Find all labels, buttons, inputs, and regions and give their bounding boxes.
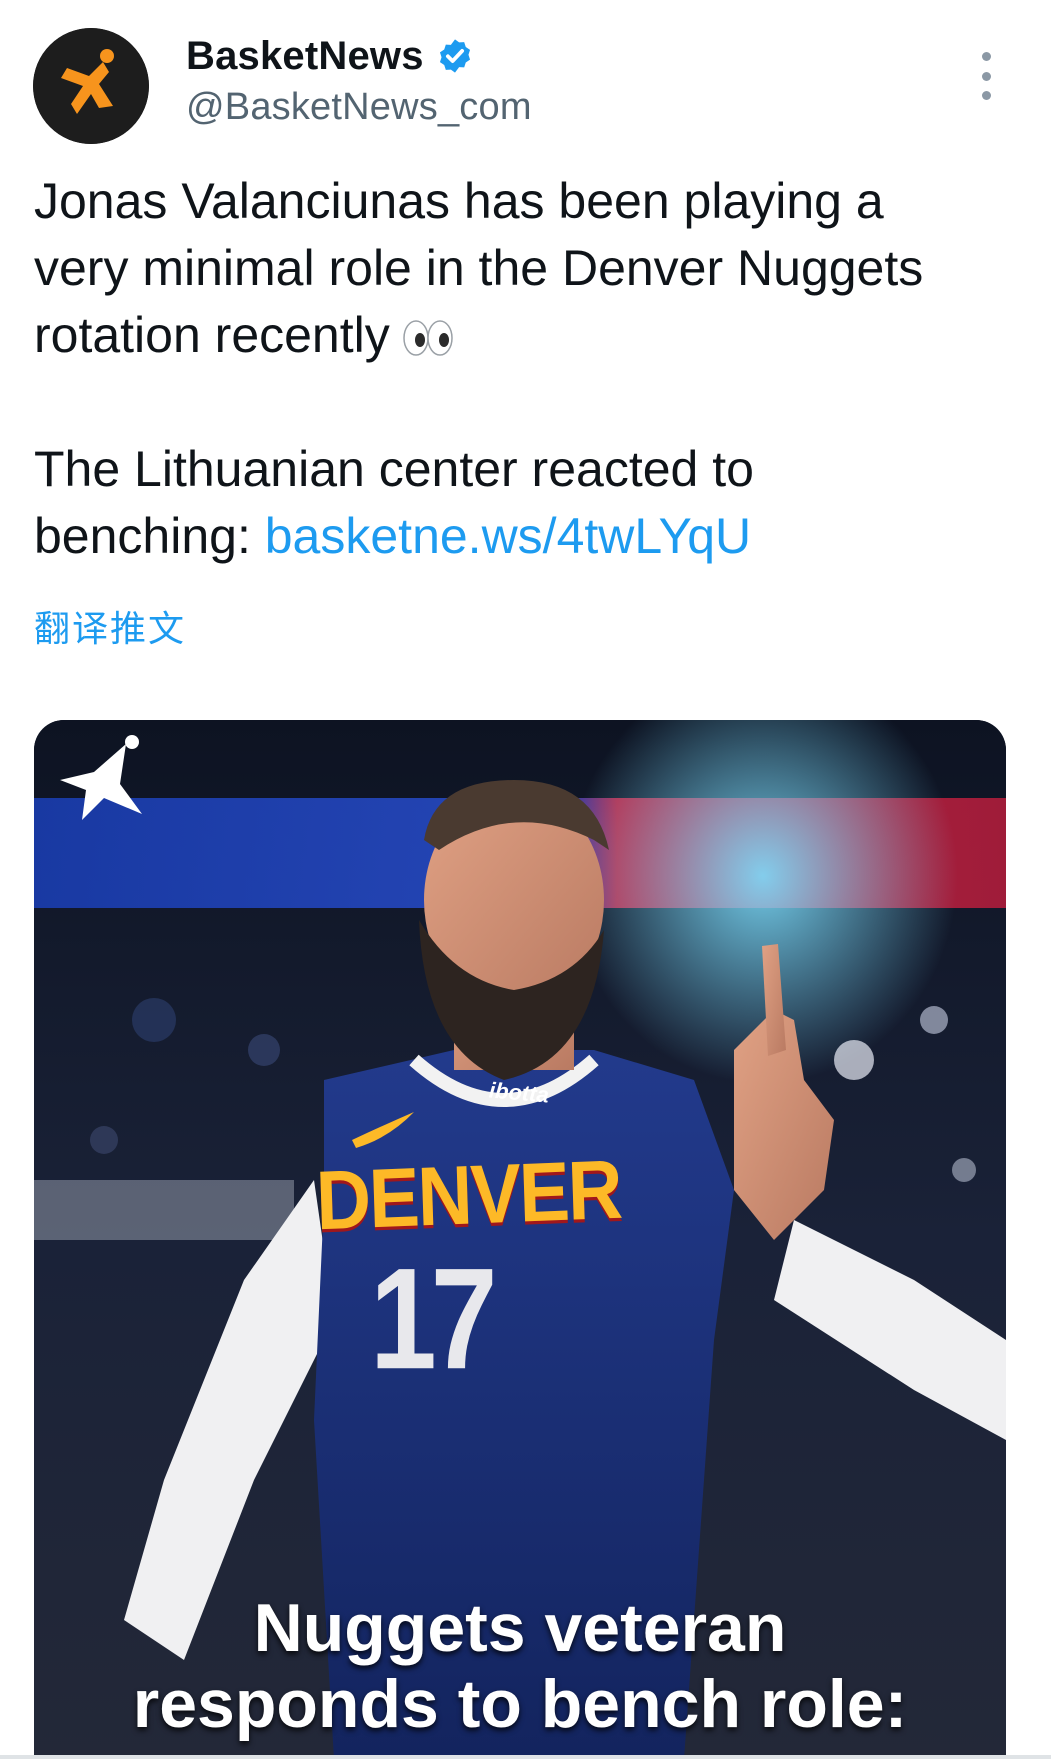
avatar[interactable] (33, 28, 149, 144)
jersey-team: DENVER (314, 1142, 623, 1249)
dot-icon (981, 52, 991, 61)
media-caption-line: Nuggets veteran (253, 1590, 787, 1666)
more-options-button[interactable] (974, 52, 998, 100)
jersey-number: 17 (370, 1238, 498, 1400)
tweet-line: very minimal role in the Denver Nuggets (34, 240, 924, 296)
basketnews-logo-icon (33, 28, 149, 144)
tweet-line: Jonas Valanciunas has been playing a (34, 173, 884, 229)
tweet-link[interactable]: basketne.ws/4twLYqU (265, 508, 751, 564)
handle[interactable]: @BasketNews_com (186, 86, 532, 129)
tweet-text: Jonas Valanciunas has been playing a ver… (34, 168, 1014, 570)
tweet-media-image[interactable]: ibotta DENVER 17 Nuggets veteran respond… (34, 720, 1006, 1759)
media-caption-line: responds to bench role: (132, 1666, 908, 1742)
tweet-line: benching: basketne.ws/4twLYqU (34, 503, 1014, 570)
eyes-emoji-icon (403, 320, 453, 356)
author-block: BasketNews @BasketNews_com (186, 30, 532, 129)
tweet-line: rotation recently (34, 302, 1014, 369)
jersey-sponsor: ibotta (488, 1077, 550, 1108)
tweet-line-text: benching: (34, 508, 265, 564)
dot-icon (981, 91, 991, 100)
tweet-line: The Lithuanian center reacted to (34, 441, 754, 497)
dot-icon (981, 71, 991, 81)
tweet-line-text: rotation recently (34, 307, 390, 363)
tweet-card: BasketNews @BasketNews_com Jonas Valanci… (0, 0, 1051, 1759)
divider (0, 1755, 1051, 1759)
translate-tweet-button[interactable]: 翻译推文 (34, 600, 186, 652)
display-name[interactable]: BasketNews (186, 34, 424, 79)
verified-badge-icon (439, 39, 470, 73)
